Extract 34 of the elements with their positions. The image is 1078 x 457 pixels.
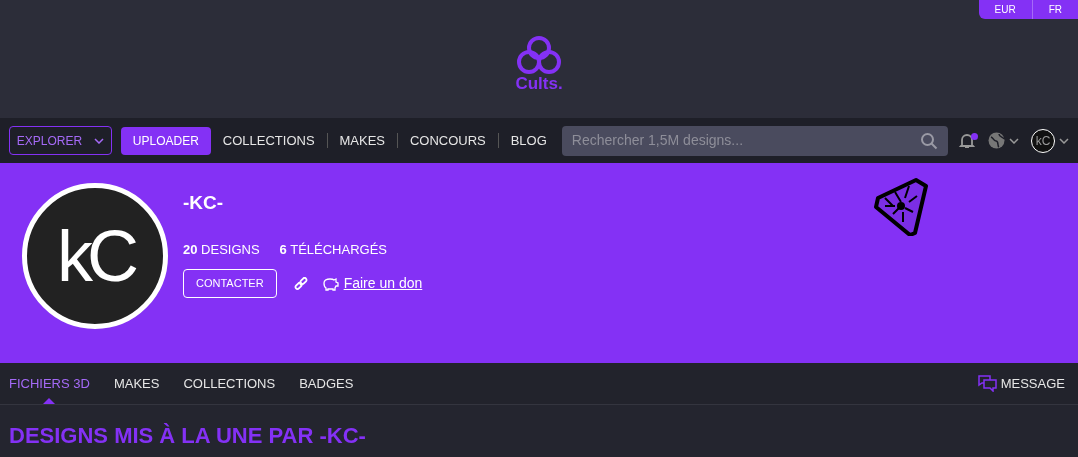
nav-link[interactable]: BLOG [498,130,559,151]
search-field[interactable]: Rechercher 1,5M designs... [571,130,920,151]
bell-icon[interactable] [958,131,976,150]
nav-link[interactable]: MAKES [327,130,397,151]
profile-stat: 20 DESIGNS [183,240,260,259]
currency-language-button[interactable]: EUR [978,0,1032,19]
profile-tab[interactable]: BADGES [299,363,354,404]
message-button[interactable]: MESSAGE [977,373,1069,394]
triangle-cube-emblem-icon [873,176,930,236]
globe-icon[interactable] [988,132,1005,149]
donate-link[interactable]: Faire un don [343,273,423,294]
currency-language-button[interactable]: FR [1031,0,1078,19]
chevron-down-icon [94,137,105,144]
nav-link[interactable]: CONCOURS [397,130,498,151]
profile-name: -KC- [183,191,225,215]
profile-stat: 6 TÉLÉCHARGÉS [279,240,387,259]
explore-dropdown[interactable]: EXPLORER [9,126,112,155]
profile-avatar: kC [22,183,168,329]
piggy-bank-icon [321,276,339,291]
chevron-down-icon [1009,137,1019,144]
contact-button[interactable]: CONTACTER [183,269,277,298]
section-heading: DESIGNS MIS À LA UNE PAR -KC- [8,422,367,447]
search-icon[interactable] [920,131,938,150]
chat-bubbles-icon [977,375,997,392]
chevron-down-icon [1059,137,1069,144]
nav-link[interactable]: COLLECTIONS [210,130,327,151]
search-bar[interactable]: Rechercher 1,5M designs... [561,125,948,156]
profile-tab[interactable]: MAKES [113,363,160,404]
profile-tab[interactable]: FICHIERS 3D [9,363,90,404]
profile-tab[interactable]: COLLECTIONS [183,363,276,404]
upload-button[interactable]: UPLOADER [120,126,211,155]
logo-icon [514,34,564,75]
user-avatar[interactable]: kC [1031,128,1055,153]
link-icon[interactable] [293,276,308,291]
